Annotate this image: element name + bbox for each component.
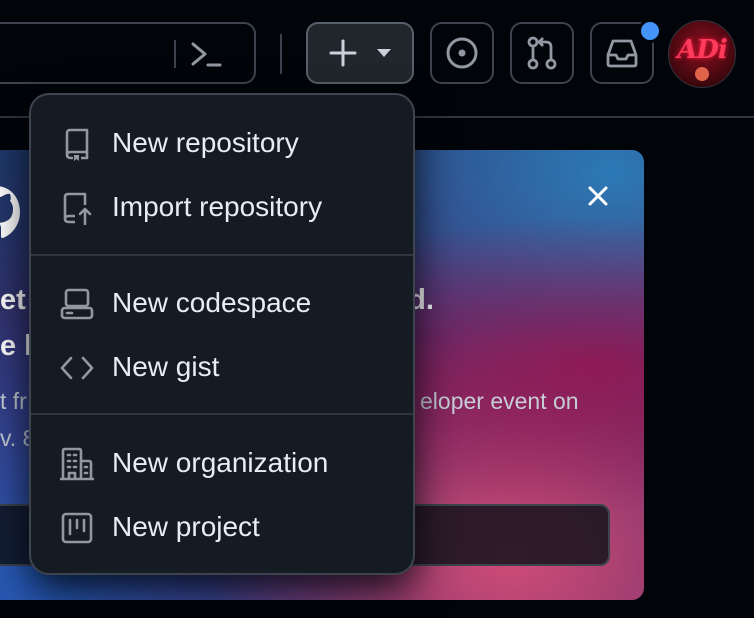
create-new-button[interactable] xyxy=(306,22,414,84)
menu-item-label: New repository xyxy=(112,127,299,158)
menu-item-new-repository[interactable]: New repository xyxy=(31,112,413,176)
search-divider xyxy=(174,40,176,68)
project-icon xyxy=(61,512,93,544)
terminal-icon[interactable] xyxy=(188,38,224,70)
header-divider xyxy=(280,34,282,74)
code-icon xyxy=(60,356,94,380)
banner-heading-line2: e l xyxy=(0,330,33,362)
repo-push-icon xyxy=(63,192,92,225)
menu-item-import-repository[interactable]: Import repository xyxy=(31,176,413,240)
avatar-text: ADi xyxy=(677,35,728,65)
menu-item-label: New codespace xyxy=(112,287,312,318)
menu-divider xyxy=(31,413,413,415)
close-banner-button[interactable] xyxy=(580,178,616,214)
issues-button[interactable] xyxy=(430,22,494,84)
issue-opened-icon xyxy=(446,37,478,69)
notification-indicator xyxy=(638,19,662,43)
menu-item-new-codespace[interactable]: New codespace xyxy=(31,272,413,336)
inbox-icon xyxy=(606,39,638,68)
banner-heading-left: et xyxy=(0,284,26,316)
menu-item-label: New gist xyxy=(112,351,220,382)
menu-item-label: New organization xyxy=(112,447,329,478)
avatar-moon xyxy=(695,67,709,81)
menu-item-label: New project xyxy=(112,511,260,542)
avatar[interactable]: ADi xyxy=(668,20,736,88)
menu-divider xyxy=(31,254,413,256)
menu-item-new-project[interactable]: New project xyxy=(31,496,413,560)
menu-item-new-gist[interactable]: New gist xyxy=(31,336,413,400)
github-mark-icon xyxy=(0,186,20,238)
menu-item-new-organization[interactable]: New organization xyxy=(31,432,413,496)
organization-icon xyxy=(60,447,94,481)
codespaces-icon xyxy=(60,288,94,320)
plus-icon xyxy=(329,39,357,67)
git-pull-request-icon xyxy=(527,36,557,70)
pull-requests-button[interactable] xyxy=(510,22,574,84)
app-root: et ed. e l t fr eloper event on v. 8 xyxy=(0,0,754,618)
banner-text-left: t fr xyxy=(0,388,27,414)
repo-icon xyxy=(65,128,89,161)
menu-item-label: Import repository xyxy=(112,191,323,222)
search-input[interactable] xyxy=(0,22,256,84)
triangle-down-icon xyxy=(377,49,391,57)
banner-text-right: eloper event on xyxy=(420,388,579,414)
x-icon xyxy=(588,186,608,206)
create-new-menu: New repository Import repository New cod… xyxy=(29,93,415,575)
